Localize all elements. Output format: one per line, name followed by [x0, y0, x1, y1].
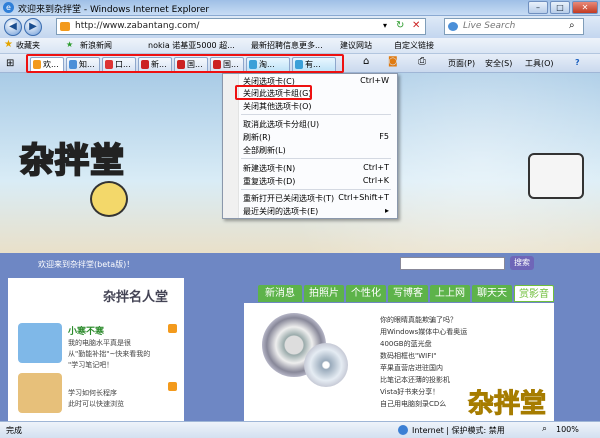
- navigation-bar: ◀ ▶ http://www.zabantang.com/ ▾ ↻ ✕ Live…: [0, 16, 600, 38]
- minimize-button[interactable]: –: [528, 1, 548, 14]
- stop-icon[interactable]: ✕: [412, 20, 420, 31]
- avatar: [18, 323, 62, 363]
- list-item[interactable]: 自己用电脑刻录CD么: [380, 399, 446, 409]
- add-favorite-icon[interactable]: ★: [66, 40, 73, 49]
- favorites-button[interactable]: 收藏夹: [16, 40, 40, 51]
- safety-menu[interactable]: 安全(S): [485, 58, 512, 69]
- list-item[interactable]: 数码相框也"WIFI": [380, 351, 437, 361]
- fav-link-jobs[interactable]: 最新招聘信息更多...: [251, 40, 323, 51]
- user-text-line: 此时可以快速浏览: [68, 400, 124, 408]
- fav-link-nokia[interactable]: nokia 诺基亚5000 超...: [148, 40, 235, 51]
- mascot-character: [90, 181, 128, 217]
- tools-menu[interactable]: 工具(O): [525, 58, 554, 69]
- globe-icon: [398, 425, 408, 435]
- list-item[interactable]: 比笔记本还薄的投影机: [380, 375, 450, 385]
- dropdown-arrow-icon[interactable]: ▾: [383, 21, 387, 30]
- tab-personalize[interactable]: 个性化: [346, 285, 386, 302]
- tab-surf[interactable]: 上上网: [430, 285, 470, 302]
- user-text-line: 我的电脑水平真是很: [68, 339, 131, 347]
- zone-text: Internet | 保护模式: 禁用: [412, 426, 505, 435]
- user-text-line: 从"勤能补拙"~快来看我的: [68, 350, 151, 358]
- address-text: http://www.zabantang.com/: [75, 21, 200, 31]
- tab-context-menu: 关闭选项卡(C) Ctrl+W 关闭此选项卡组(G) 关闭其他选项卡(O) 取消…: [222, 73, 398, 219]
- title-bar: e 欢迎来到杂拌堂 - Windows Internet Explorer – …: [0, 0, 600, 16]
- tab-media[interactable]: 赏影音: [514, 285, 554, 302]
- tab-blog[interactable]: 写博客: [388, 285, 428, 302]
- menu-item-refresh-all[interactable]: 全部刷新(L): [243, 145, 286, 156]
- list-item[interactable]: Vista好书来分享！: [380, 387, 439, 397]
- zoom-level[interactable]: 100%: [556, 425, 579, 434]
- home-icon[interactable]: ⌂: [363, 56, 369, 67]
- tab-photos[interactable]: 拍照片: [304, 285, 344, 302]
- status-bar: 完成 Internet | 保护模式: 禁用 ⌕ 100%: [0, 421, 600, 438]
- watermark-logo: 杂拌堂: [467, 389, 547, 420]
- status-text: 完成: [6, 426, 22, 435]
- tab-group-highlight: [26, 54, 344, 73]
- menu-item-ungroup-tab[interactable]: 取消此选项卡分组(U): [243, 119, 319, 130]
- avatar: [18, 373, 62, 413]
- famous-hall-panel: 杂拌名人堂 小寒不寒 我的电脑水平真是很 从"勤能补拙"~快来看我的 "学习笔记…: [8, 278, 184, 421]
- site-logo: 杂拌堂: [19, 140, 125, 182]
- menu-shortcut: Ctrl+T: [363, 163, 389, 172]
- page-menu[interactable]: 页面(P): [448, 58, 475, 69]
- back-icon[interactable]: ◀: [4, 18, 22, 36]
- disc-icon: [304, 343, 348, 387]
- fav-link-sina-news[interactable]: 新浪新闻: [80, 40, 112, 51]
- menu-item-reopen-closed-tab[interactable]: 重新打开已关闭选项卡(T): [243, 193, 334, 204]
- menu-item-close-other-tabs[interactable]: 关闭其他选项卡(O): [243, 101, 312, 112]
- menu-item-recent-closed-tabs[interactable]: 最近关闭的选项卡(E): [243, 206, 318, 217]
- user-text-line: "学习笔记吧！: [68, 361, 114, 369]
- section-title: 杂拌名人堂: [103, 290, 169, 305]
- fav-link-suggested[interactable]: 建议网站: [340, 40, 372, 51]
- list-item[interactable]: 400GB的蓝光盘: [380, 339, 432, 349]
- rss-icon[interactable]: [168, 324, 177, 333]
- search-placeholder: Live Search: [463, 21, 516, 31]
- tab-chat[interactable]: 聊天天: [472, 285, 512, 302]
- list-item[interactable]: 苹果直营店进驻国内: [380, 363, 443, 373]
- help-button[interactable]: ?: [575, 58, 580, 67]
- maximize-button[interactable]: □: [550, 1, 570, 14]
- menu-shortcut: F5: [379, 132, 389, 141]
- submenu-arrow-icon: ▸: [384, 206, 389, 215]
- welcome-text: 欢迎来到杂拌堂(beta版)！: [38, 260, 135, 269]
- list-item[interactable]: 你的眼睛真能欺骗了吗？: [380, 315, 457, 325]
- list-item[interactable]: 用Windows媒体中心看奥运: [380, 327, 467, 337]
- address-field[interactable]: http://www.zabantang.com/ ▾ ↻ ✕: [56, 18, 426, 35]
- live-search-icon: [448, 22, 458, 31]
- close-button[interactable]: ✕: [572, 1, 598, 14]
- menu-shortcut: Ctrl+W: [360, 76, 389, 85]
- menu-item-new-tab[interactable]: 新建选项卡(N): [243, 163, 295, 174]
- site-search-button[interactable]: 搜索: [510, 256, 534, 270]
- menu-item-duplicate-tab[interactable]: 重复选项卡(D): [243, 176, 295, 187]
- menu-shortcut: Ctrl+Shift+T: [338, 193, 389, 202]
- menu-shortcut: Ctrl+K: [362, 176, 389, 185]
- refresh-icon[interactable]: ↻: [396, 20, 404, 31]
- user-text-line: 学习如何长程序: [68, 389, 117, 397]
- menu-separator: [241, 114, 391, 115]
- ie-icon: e: [3, 2, 14, 13]
- feeds-icon[interactable]: ◙: [388, 56, 398, 67]
- menu-separator: [241, 158, 391, 159]
- computer-character: [528, 153, 584, 199]
- tab-news[interactable]: 新消息: [258, 285, 302, 302]
- menu-item-refresh[interactable]: 刷新(R): [243, 132, 271, 143]
- magnifier-icon[interactable]: ⌕: [569, 20, 575, 31]
- favorites-bar: ★ 收藏夹 ★ 新浪新闻 nokia 诺基亚5000 超... 最新招聘信息更多…: [0, 38, 600, 54]
- rss-icon[interactable]: [168, 382, 177, 391]
- forward-icon[interactable]: ▶: [24, 18, 42, 36]
- zoom-icon[interactable]: ⌕: [542, 424, 547, 434]
- site-search-input[interactable]: [400, 257, 505, 270]
- window-title: 欢迎来到杂拌堂 - Windows Internet Explorer: [18, 5, 210, 15]
- page-icon: [60, 22, 70, 31]
- fav-link-custom[interactable]: 自定义链接: [394, 40, 434, 51]
- menu-separator: [241, 189, 391, 190]
- user-name[interactable]: 小寒不寒: [68, 324, 104, 337]
- quick-tabs-icon[interactable]: ⊞: [6, 58, 14, 69]
- search-input[interactable]: Live Search ⌕: [444, 18, 584, 35]
- favorites-star-icon[interactable]: ★: [4, 39, 13, 50]
- print-icon[interactable]: ⎙: [418, 56, 426, 67]
- menu-item-highlight: [235, 85, 312, 100]
